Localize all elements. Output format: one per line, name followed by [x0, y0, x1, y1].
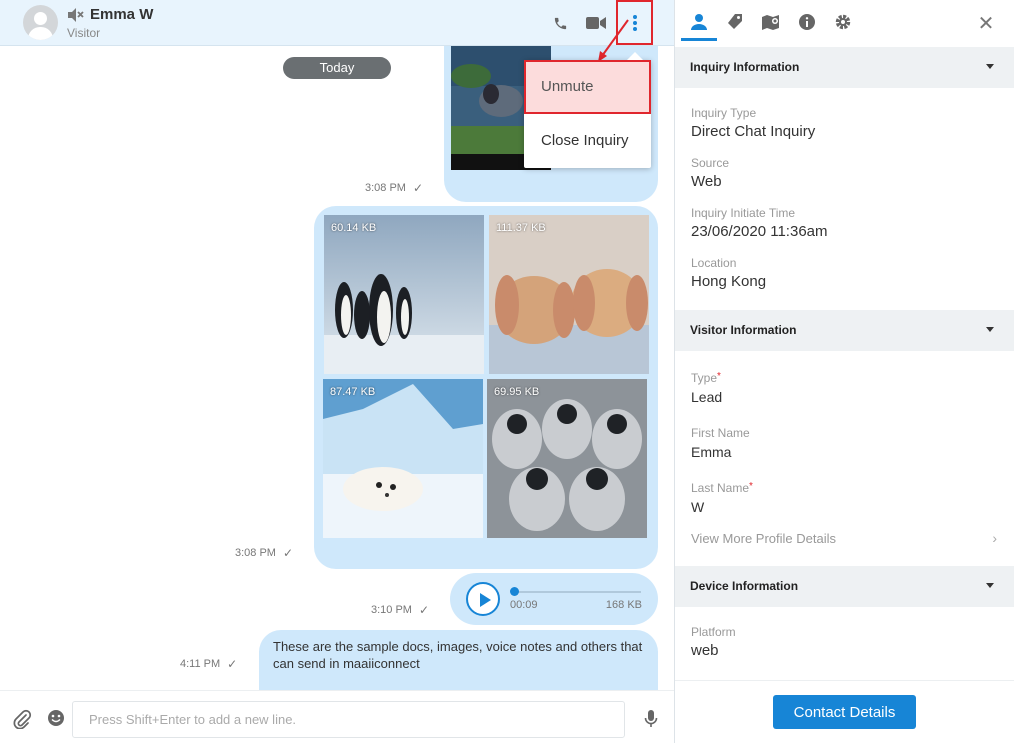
- date-divider: Today: [283, 57, 391, 79]
- caret-down-icon: [986, 64, 994, 69]
- field-label: Last Name*: [691, 481, 753, 495]
- contact-role: Visitor: [67, 26, 101, 40]
- field-value: Web: [691, 173, 722, 190]
- panel-footer: Contact Details: [675, 680, 1014, 743]
- check-icon: ✓: [412, 181, 424, 195]
- message-timestamp: 3:10 PM ✓: [371, 603, 430, 617]
- message-text: These are the sample docs, images, voice…: [273, 639, 643, 671]
- field-label: Inquiry Initiate Time: [691, 206, 796, 220]
- view-more-profile-link[interactable]: View More Profile Details ›: [691, 530, 997, 546]
- play-button[interactable]: [466, 582, 500, 616]
- microphone-icon[interactable]: [643, 709, 659, 729]
- location-icon[interactable]: [758, 9, 784, 35]
- field-value: Direct Chat Inquiry: [691, 123, 816, 140]
- section-header-device[interactable]: Device Information: [675, 566, 1014, 607]
- message-timestamp: 3:08 PM ✓: [235, 546, 294, 560]
- unmute-menu-item[interactable]: Unmute: [524, 60, 651, 114]
- person-icon[interactable]: [686, 9, 712, 35]
- caret-down-icon: [986, 327, 994, 332]
- image-size-label: 87.47 KB: [330, 386, 376, 398]
- field-value: W: [691, 499, 705, 515]
- audio-progress-track[interactable]: [514, 591, 641, 593]
- field-label: Location: [691, 256, 737, 270]
- image-size-label: 69.95 KB: [494, 386, 540, 398]
- message-composer: [0, 690, 674, 743]
- field-value: web: [691, 642, 719, 659]
- chevron-right-icon: ›: [992, 530, 997, 546]
- check-icon: ✓: [418, 603, 430, 617]
- field-label: First Name: [691, 426, 750, 440]
- field-label: Source: [691, 156, 730, 170]
- options-dropdown: Unmute Close Inquiry: [524, 52, 651, 168]
- field-value: Emma: [691, 444, 732, 460]
- chat-image[interactable]: 87.47 KB: [323, 379, 483, 538]
- phone-icon[interactable]: [550, 13, 570, 33]
- close-icon[interactable]: ✕: [975, 12, 997, 35]
- section-header-inquiry[interactable]: Inquiry Information: [675, 47, 1014, 88]
- gear-icon[interactable]: [830, 9, 856, 35]
- details-panel: ✕ Inquiry Information Inquiry Type Direc…: [675, 0, 1014, 743]
- voice-note: 00:09 168 KB: [450, 573, 658, 625]
- chat-pane: Emma W Visitor Today 3:08 PM ✓ 60.14 KB …: [0, 0, 675, 743]
- caret-down-icon: [986, 583, 994, 588]
- contact-details-button[interactable]: Contact Details: [773, 695, 916, 729]
- check-icon: ✓: [282, 546, 294, 560]
- audio-duration: 00:09: [510, 599, 538, 611]
- section-header-visitor[interactable]: Visitor Information: [675, 310, 1014, 351]
- emoji-icon[interactable]: [47, 709, 65, 727]
- image-size-label: 60.14 KB: [331, 222, 377, 234]
- panel-tabs: ✕: [675, 0, 1014, 46]
- avatar[interactable]: [23, 5, 58, 40]
- check-icon: ✓: [227, 657, 238, 671]
- close-inquiry-menu-item[interactable]: Close Inquiry: [524, 114, 651, 168]
- mute-icon: [68, 8, 84, 22]
- chat-header: Emma W Visitor: [0, 0, 674, 46]
- chat-image[interactable]: 111.37 KB: [489, 215, 649, 374]
- active-tab-indicator: [681, 38, 717, 41]
- chat-image[interactable]: 60.14 KB: [324, 215, 484, 374]
- audio-progress-thumb[interactable]: [510, 587, 519, 596]
- image-size-label: 111.37 KB: [496, 222, 546, 234]
- field-label: Inquiry Type: [691, 106, 757, 120]
- chat-image[interactable]: 69.95 KB: [487, 379, 647, 538]
- field-value: Lead: [691, 389, 723, 405]
- contact-name: Emma W: [90, 6, 154, 23]
- audio-size: 168 KB: [605, 599, 642, 611]
- message-timestamp: 3:08 PM ✓: [365, 181, 424, 195]
- attachment-icon[interactable]: [12, 709, 32, 729]
- tag-icon[interactable]: [722, 9, 748, 35]
- field-value: Hong Kong: [691, 273, 767, 290]
- message-timestamp: 4:11 PM ✓: [180, 657, 238, 671]
- message-input[interactable]: [72, 701, 625, 738]
- field-value: 23/06/2020 11:36am: [691, 223, 828, 240]
- info-icon[interactable]: [794, 9, 820, 35]
- field-label: Platform: [691, 625, 736, 639]
- field-label: Type*: [691, 371, 721, 385]
